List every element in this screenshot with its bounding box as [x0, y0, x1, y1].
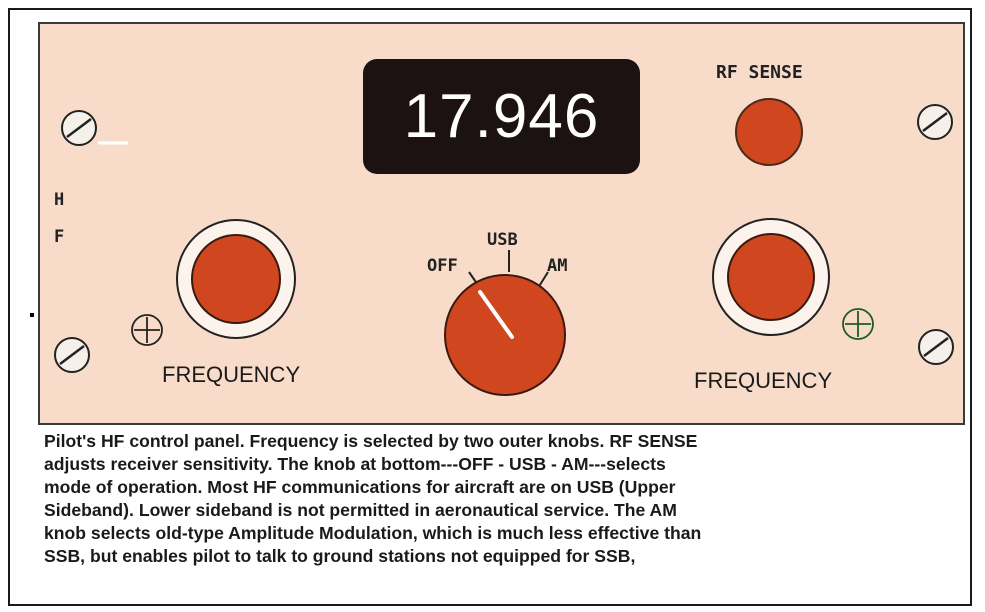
screw-icon [918, 329, 954, 365]
figure-caption: Pilot's HF control panel. Frequency is s… [44, 430, 964, 568]
caption-line: Pilot's HF control panel. Frequency is s… [44, 431, 698, 451]
caption-line: mode of operation. Most HF communication… [44, 477, 676, 497]
plus-icon [842, 308, 874, 340]
plus-icon [131, 314, 163, 346]
caption-line: SSB, but enables pilot to talk to ground… [44, 546, 636, 566]
screw-icon [54, 337, 90, 373]
caption-line: Sideband). Lower sideband is not permitt… [44, 500, 677, 520]
screw-icon [61, 110, 97, 146]
caption-line: adjusts receiver sensitivity. The knob a… [44, 454, 666, 474]
caption-line: knob selects old-type Amplitude Modulati… [44, 523, 702, 543]
screw-icon [917, 104, 953, 140]
mode-selector-knob[interactable] [444, 274, 566, 396]
